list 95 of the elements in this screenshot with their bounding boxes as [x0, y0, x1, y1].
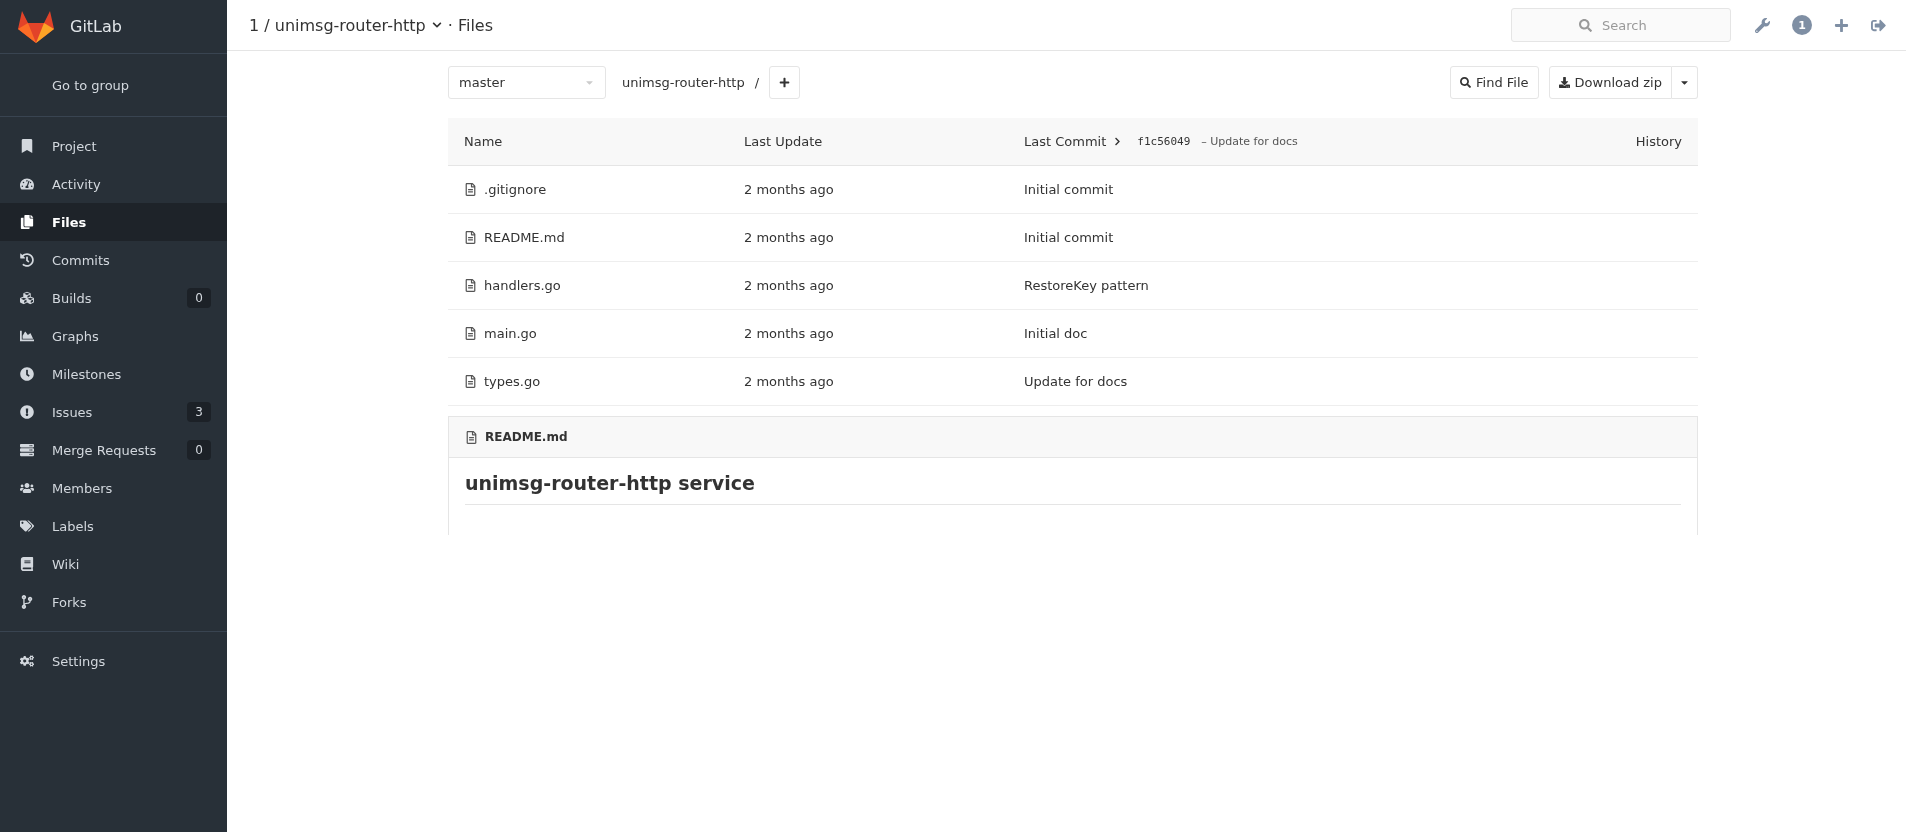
find-file-button[interactable]: Find File	[1450, 66, 1539, 99]
chevron-right-icon	[1113, 137, 1123, 146]
wrench-icon[interactable]	[1755, 17, 1770, 33]
count-badge: 0	[187, 288, 211, 308]
count-badge: 0	[187, 440, 211, 460]
sidebar-item-label: Wiki	[52, 556, 81, 572]
table-cell-text: 2 months ago	[744, 326, 835, 341]
nav-icon	[20, 215, 34, 229]
sidebar-item[interactable]: Project	[0, 127, 227, 165]
nav-icon	[20, 253, 34, 267]
commit-link[interactable]: RestoreKey pattern	[1024, 278, 1682, 293]
nav-icon	[20, 177, 34, 191]
brand-name: GitLab	[70, 17, 122, 36]
table-cell-text: 2 months ago	[744, 182, 835, 197]
nav-icon	[20, 329, 34, 343]
history-link[interactable]: History	[1635, 134, 1682, 149]
settings-icon	[20, 654, 34, 668]
column-header: Last Update	[744, 134, 824, 149]
path-separator: /	[754, 75, 760, 90]
commit-message: – Update for docs	[1201, 135, 1298, 148]
plus-icon[interactable]	[1834, 17, 1849, 33]
nav-icon	[20, 443, 34, 457]
plus-icon	[779, 77, 791, 88]
sidebar-item[interactable]: Files	[0, 203, 227, 241]
readme-heading: unimsg-router-http service	[465, 472, 1681, 505]
download-zip-button[interactable]: Download zip	[1548, 66, 1672, 99]
readme-filename: README.md	[485, 430, 568, 444]
file-name-link[interactable]: main.go	[484, 326, 537, 341]
sidebar-item[interactable]: Forks	[0, 583, 227, 621]
commit-link[interactable]: Initial commit	[1024, 230, 1682, 245]
commit-link[interactable]: Initial doc	[1024, 326, 1682, 341]
sidebar-item[interactable]: Labels	[0, 507, 227, 545]
commit-link[interactable]: Update for docs	[1024, 374, 1682, 389]
search-icon	[1460, 77, 1471, 88]
nav-icon	[20, 139, 34, 153]
path-breadcrumb[interactable]: unimsg-router-http	[622, 75, 745, 90]
branch-select[interactable]: master	[448, 66, 606, 99]
search-icon	[1579, 18, 1592, 32]
nav-icon	[20, 481, 34, 495]
sidebar-item-label: Commits	[52, 252, 111, 268]
sidebar-item[interactable]: Settings	[0, 642, 227, 680]
sidebar-item-label: Project	[52, 138, 98, 154]
sidebar-item-label: Builds	[52, 290, 93, 306]
nav-icon	[20, 291, 34, 305]
go-to-group-link[interactable]: Go to group	[0, 54, 227, 117]
sign-out-icon[interactable]	[1871, 17, 1886, 33]
file-icon	[464, 231, 477, 244]
page-title: 1 / unimsg-router-http	[249, 15, 426, 35]
sidebar-item[interactable]: Members	[0, 469, 227, 507]
file-icon	[464, 327, 477, 340]
download-icon	[1558, 77, 1570, 88]
file-icon	[464, 375, 477, 388]
commit-link[interactable]: Initial commit	[1024, 182, 1682, 197]
nav-icon	[20, 367, 34, 381]
table-cell-text: 2 months ago	[744, 374, 835, 389]
sidebar-item-label: Milestones	[52, 366, 123, 382]
add-button[interactable]	[769, 66, 801, 99]
sidebar-item[interactable]: Merge Requests 0	[0, 431, 227, 469]
sidebar-item-label: Settings	[52, 653, 107, 669]
sidebar-item-label: Forks	[52, 594, 88, 610]
nav-icon	[20, 557, 34, 571]
file-name-link[interactable]: .gitignore	[484, 182, 547, 197]
sidebar-item-label: Graphs	[52, 328, 100, 344]
nav-icon	[20, 595, 34, 609]
sidebar-item-label: Merge Requests	[52, 442, 158, 458]
count-badge: 3	[187, 402, 211, 422]
commit-hash[interactable]: f1c56049	[1137, 135, 1191, 148]
sidebar-item-label: Activity	[52, 176, 102, 192]
table-cell-text: 2 months ago	[744, 278, 835, 293]
sidebar-item[interactable]: Builds 0	[0, 279, 227, 317]
sidebar-item[interactable]: Issues 3	[0, 393, 227, 431]
sidebar-item[interactable]: Commits	[0, 241, 227, 279]
column-header: Last Commit	[1024, 134, 1107, 149]
nav-icon	[20, 519, 34, 533]
nav-icon	[20, 405, 34, 419]
file-name-link[interactable]: types.go	[484, 374, 541, 389]
file-icon	[464, 183, 477, 196]
column-header: Name	[464, 134, 504, 149]
sidebar-item[interactable]: Graphs	[0, 317, 227, 355]
fox-logo-icon	[18, 10, 54, 43]
sidebar-item-label: Labels	[52, 518, 95, 534]
file-icon	[465, 430, 478, 444]
sidebar-item[interactable]: Milestones	[0, 355, 227, 393]
sidebar-item[interactable]: Wiki	[0, 545, 227, 583]
sidebar-item-label: Members	[52, 480, 114, 496]
sidebar-item-label: Issues	[52, 404, 94, 420]
file-icon	[464, 279, 477, 292]
page-title-suffix: · Files	[447, 15, 494, 35]
sidebar-item-label: Files	[52, 214, 88, 230]
table-cell-text: 2 months ago	[744, 230, 835, 245]
chevron-down-icon[interactable]	[431, 20, 442, 30]
search-field[interactable]: Search	[1511, 8, 1731, 42]
sidebar-item[interactable]: Activity	[0, 165, 227, 203]
file-name-link[interactable]: handlers.go	[484, 278, 561, 293]
file-name-link[interactable]: README.md	[484, 230, 565, 245]
